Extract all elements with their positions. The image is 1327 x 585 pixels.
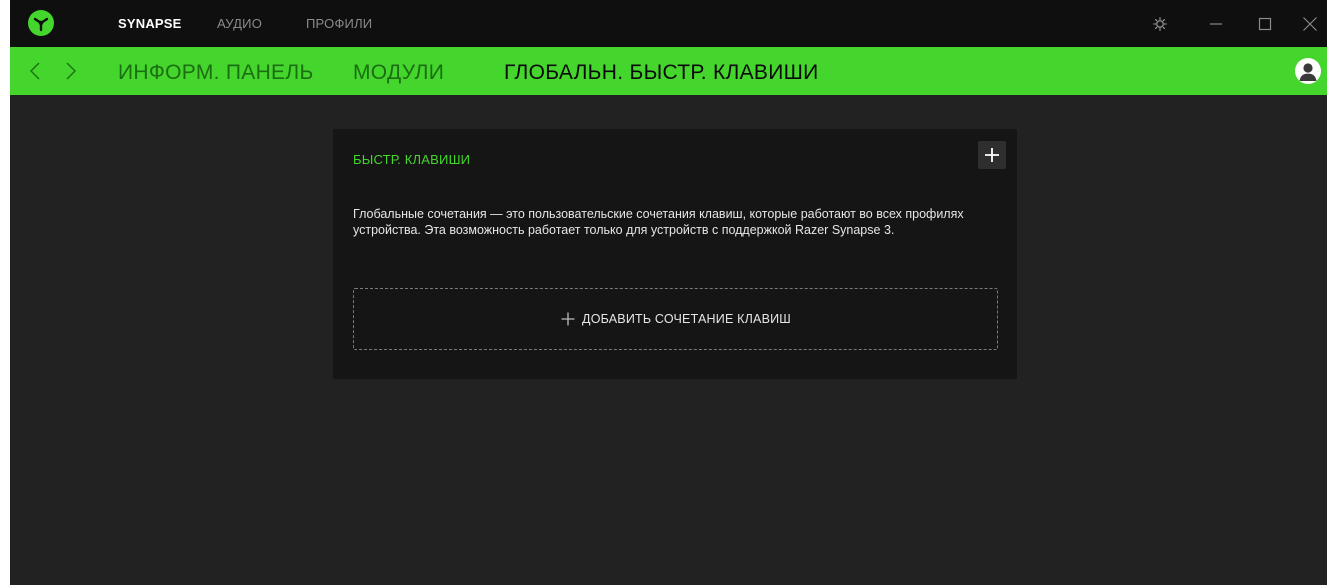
razer-logo-icon[interactable] xyxy=(28,10,54,36)
minimize-icon[interactable] xyxy=(1204,12,1228,36)
chevron-left-icon[interactable] xyxy=(24,59,46,83)
tab-modules[interactable]: МОДУЛИ xyxy=(353,61,444,85)
nav-bar: ИНФОРМ. ПАНЕЛЬ МОДУЛИ ГЛОБАЛЬН. БЫСТР. К… xyxy=(10,47,1327,95)
chevron-right-icon[interactable] xyxy=(60,59,82,83)
tab-dashboard[interactable]: ИНФОРМ. ПАНЕЛЬ xyxy=(118,61,314,85)
tab-audio[interactable]: АУДИО xyxy=(217,16,262,31)
close-icon[interactable] xyxy=(1298,12,1322,36)
user-avatar-icon[interactable] xyxy=(1295,58,1321,84)
synapse-window: SYNAPSE АУДИО ПРОФИЛИ ИНФОРМ. ПАНЕЛЬ МОД… xyxy=(10,0,1327,585)
add-shortcut-label: ДОБАВИТЬ СОЧЕТАНИЕ КЛАВИШ xyxy=(582,312,791,326)
tab-profiles[interactable]: ПРОФИЛИ xyxy=(306,16,372,31)
add-shortcut-button[interactable]: ДОБАВИТЬ СОЧЕТАНИЕ КЛАВИШ xyxy=(353,288,998,350)
maximize-icon[interactable] xyxy=(1253,12,1277,36)
shortcuts-card: БЫСТР. КЛАВИШИ Глобальные сочетания — эт… xyxy=(333,129,1017,379)
plus-icon xyxy=(985,148,999,162)
tab-synapse[interactable]: SYNAPSE xyxy=(118,16,182,31)
tab-global-shortcuts[interactable]: ГЛОБАЛЬН. БЫСТР. КЛАВИШИ xyxy=(504,61,819,85)
gear-icon[interactable] xyxy=(1148,12,1172,36)
plus-icon xyxy=(561,312,575,326)
title-bar: SYNAPSE АУДИО ПРОФИЛИ xyxy=(10,0,1327,47)
card-description: Глобальные сочетания — это пользовательс… xyxy=(353,207,964,237)
add-shortcut-plus-button[interactable] xyxy=(978,141,1006,169)
card-title: БЫСТР. КЛАВИШИ xyxy=(353,152,471,167)
